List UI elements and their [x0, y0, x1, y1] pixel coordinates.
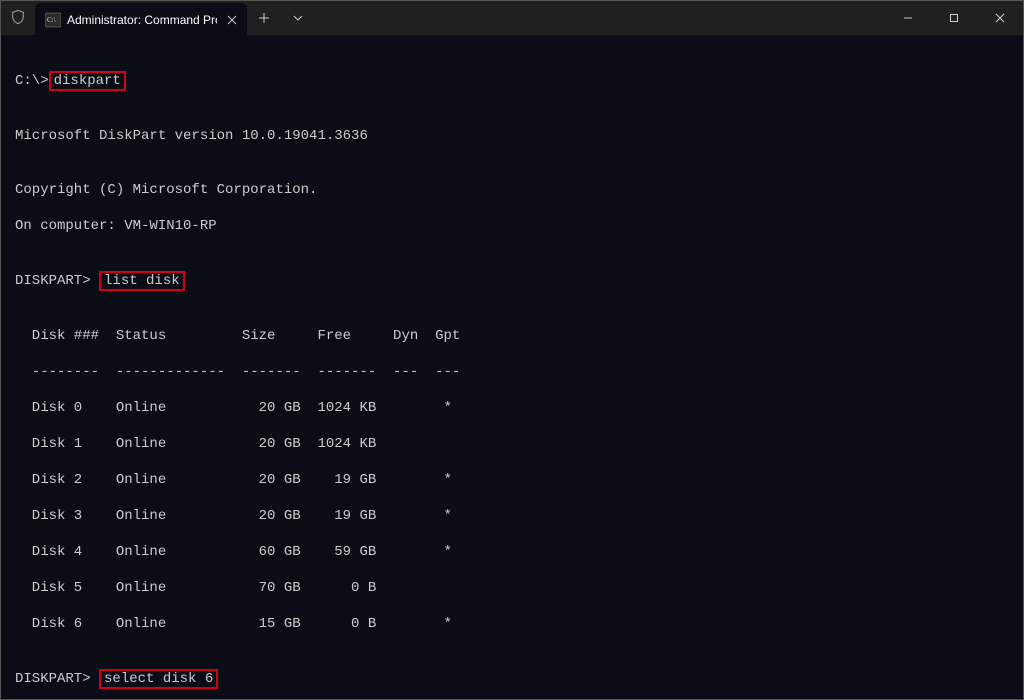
diskpart-prompt: DISKPART> [15, 671, 99, 687]
tab-active[interactable]: C:\ Administrator: Command Prom [35, 3, 247, 37]
window-icon-wrap [1, 1, 35, 35]
prompt-line: C:\>diskpart [15, 71, 1015, 91]
shield-icon [10, 9, 26, 28]
maximize-icon [949, 13, 959, 23]
minimize-icon [903, 13, 913, 23]
terminal-window: C:\ Administrator: Command Prom C:\>disk… [0, 0, 1024, 700]
copyright-line: Copyright (C) Microsoft Corporation. [15, 181, 1015, 199]
table-row: Disk 6 Online 15 GB 0 B * [15, 615, 1015, 633]
shell-prompt: C:\> [15, 73, 49, 89]
chevron-down-icon [293, 13, 303, 23]
window-close-button[interactable] [977, 1, 1023, 35]
version-line: Microsoft DiskPart version 10.0.19041.36… [15, 127, 1015, 145]
computer-line: On computer: VM-WIN10-RP [15, 217, 1015, 235]
titlebar-spacer [315, 1, 885, 35]
tab-title: Administrator: Command Prom [67, 13, 217, 27]
close-icon [227, 15, 237, 25]
table-header: Disk ### Status Size Free Dyn Gpt [15, 327, 1015, 345]
highlight-diskpart: diskpart [49, 71, 126, 91]
svg-text:C:\: C:\ [47, 16, 56, 24]
cmd-icon: C:\ [45, 12, 61, 28]
table-separator: -------- ------------- ------- ------- -… [15, 363, 1015, 381]
highlight-listdisk: list disk [99, 271, 185, 291]
table-row: Disk 2 Online 20 GB 19 GB * [15, 471, 1015, 489]
table-row: Disk 1 Online 20 GB 1024 KB [15, 435, 1015, 453]
table-row: Disk 5 Online 70 GB 0 B [15, 579, 1015, 597]
terminal-body[interactable]: C:\>diskpart Microsoft DiskPart version … [1, 35, 1023, 699]
diskpart-prompt: DISKPART> [15, 273, 99, 289]
close-icon [995, 13, 1005, 23]
new-tab-button[interactable] [247, 1, 281, 35]
prompt-line: DISKPART> select disk 6 [15, 669, 1015, 689]
tab-close-button[interactable] [223, 11, 241, 29]
table-row: Disk 3 Online 20 GB 19 GB * [15, 507, 1015, 525]
highlight-select: select disk 6 [99, 669, 218, 689]
table-row: Disk 0 Online 20 GB 1024 KB * [15, 399, 1015, 417]
plus-icon [258, 12, 270, 24]
minimize-button[interactable] [885, 1, 931, 35]
tab-dropdown-button[interactable] [281, 1, 315, 35]
titlebar: C:\ Administrator: Command Prom [1, 1, 1023, 35]
table-row: Disk 4 Online 60 GB 59 GB * [15, 543, 1015, 561]
prompt-line: DISKPART> list disk [15, 271, 1015, 291]
maximize-button[interactable] [931, 1, 977, 35]
